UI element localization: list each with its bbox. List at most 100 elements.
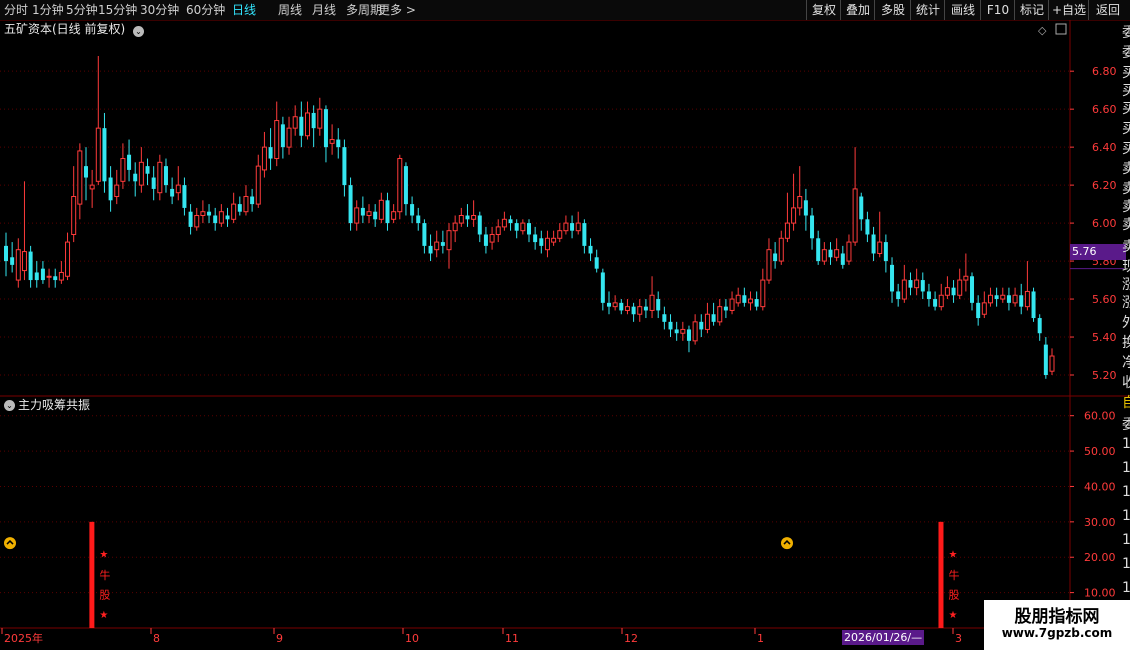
- quote-panel-glyph: 外: [1122, 315, 1130, 331]
- quote-panel-glyph: 买: [1122, 121, 1130, 137]
- candle-body: [760, 279, 766, 308]
- candle-body: [10, 257, 15, 265]
- candle-body: [582, 223, 587, 246]
- candle-body: [896, 291, 901, 300]
- candle-body: [1049, 355, 1055, 372]
- candle-body: [1024, 290, 1030, 308]
- period-tab-10[interactable]: 更多 >: [378, 0, 416, 20]
- toolbar-button-6[interactable]: 标记: [1014, 0, 1049, 20]
- candle-body: [188, 211, 193, 227]
- candle-body: [926, 291, 931, 300]
- signal-marker-icon: [4, 537, 16, 550]
- candle-body: [1000, 294, 1006, 300]
- price-tick-label: 5.40: [1092, 331, 1117, 344]
- toolbar-button-3[interactable]: 统计: [910, 0, 945, 20]
- candle-body: [243, 196, 249, 213]
- candle-body: [557, 230, 563, 239]
- candle-body: [102, 128, 107, 182]
- period-tab-9[interactable]: 多周期: [346, 0, 382, 20]
- candle-body: [299, 116, 304, 136]
- kline-chart[interactable]: 6.806.606.406.206.005.805.605.405.20◇60.…: [0, 20, 1130, 650]
- toolbar-button-5[interactable]: F10: [980, 0, 1015, 20]
- candle-body: [336, 139, 341, 148]
- price-tick-label: 6.80: [1092, 65, 1117, 78]
- candle-body: [170, 188, 175, 197]
- candle-body: [643, 306, 648, 311]
- candle-body: [4, 245, 8, 262]
- period-tab-6[interactable]: 日线: [232, 0, 256, 20]
- quote-panel-glyph: 卖: [1122, 161, 1130, 177]
- candle-body: [471, 215, 477, 220]
- time-tick-label: 10: [405, 632, 419, 645]
- toolbar-button-1[interactable]: 叠加: [840, 0, 875, 20]
- candle-body: [686, 329, 691, 341]
- candle-body: [483, 234, 488, 246]
- panel-toggle-icon: [1055, 23, 1067, 35]
- period-tab-7[interactable]: 周线: [278, 0, 302, 20]
- signal-marker-icon: [781, 537, 793, 550]
- candle-body: [250, 196, 255, 205]
- time-tick-label: 11: [505, 632, 519, 645]
- quote-panel-glyph: 1: [1122, 580, 1130, 596]
- candle-body: [416, 215, 421, 224]
- candle-body: [261, 146, 267, 171]
- candle-body: [477, 215, 482, 235]
- quote-panel-glyph: 换: [1122, 335, 1130, 351]
- candle-body: [890, 264, 895, 292]
- candle-body: [255, 165, 261, 205]
- candle-body: [754, 299, 759, 307]
- candle-body: [797, 196, 803, 209]
- signal-label: 股: [948, 588, 959, 601]
- candle-body: [274, 120, 280, 160]
- quote-panel-glyph: 1: [1122, 508, 1130, 524]
- candle-body: [58, 271, 64, 281]
- candle-body: [840, 253, 845, 265]
- period-tab-3[interactable]: 15分钟: [98, 0, 137, 20]
- candle-body: [742, 295, 747, 303]
- toolbar-button-2[interactable]: 多股: [874, 0, 911, 20]
- toolbar-button-7[interactable]: +自选: [1048, 0, 1089, 20]
- signal-label: 股: [99, 588, 110, 601]
- candle-body: [157, 161, 163, 194]
- period-tab-5[interactable]: 60分钟: [186, 0, 225, 20]
- crosshair-date-tag: 2026/01/26/—: [842, 630, 924, 645]
- candle-body: [446, 230, 452, 251]
- candle-body: [508, 219, 513, 224]
- candle-body: [520, 222, 526, 232]
- candle-body: [662, 314, 667, 322]
- candle-body: [735, 294, 741, 304]
- indicator-tick-label: 30.00: [1084, 516, 1116, 529]
- period-tab-1[interactable]: 1分钟: [32, 0, 64, 20]
- candle-body: [680, 328, 686, 334]
- candle-body: [883, 242, 888, 262]
- star-icon: ★: [948, 550, 957, 561]
- candle-body: [594, 257, 599, 269]
- quote-panel-glyph: 买: [1122, 141, 1130, 157]
- toolbar-button-8[interactable]: 返回: [1088, 0, 1127, 20]
- candle-body: [83, 166, 88, 178]
- candle-body: [544, 237, 550, 251]
- candle-body: [145, 166, 150, 174]
- toolbar-button-4[interactable]: 画线: [944, 0, 981, 20]
- time-tick-label: 8: [153, 632, 160, 645]
- period-tab-2[interactable]: 5分钟: [66, 0, 98, 20]
- quote-panel-glyph: 1: [1122, 556, 1130, 572]
- candle-body: [133, 173, 138, 182]
- toolbar-button-0[interactable]: 复权: [806, 0, 841, 20]
- time-tick-label: 3: [955, 632, 962, 645]
- time-tick-label: 1: [757, 632, 764, 645]
- candle-body: [994, 295, 999, 300]
- candle-body: [803, 200, 808, 216]
- candle-body: [280, 124, 285, 148]
- last-price-tag: 5.76: [1070, 244, 1126, 260]
- candle-body: [631, 306, 636, 315]
- period-toolbar: 分时 1分钟 5分钟 15分钟 30分钟 60分钟 日线 周线 月线 多周期 更多 > 复权 叠加 多股统…: [0, 0, 1130, 21]
- period-tab-8[interactable]: 月线: [312, 0, 336, 20]
- indicator-tick-label: 40.00: [1084, 480, 1116, 493]
- candle-body: [114, 184, 120, 198]
- price-tick-label: 6.00: [1092, 217, 1117, 230]
- period-tab-4[interactable]: 30分钟: [140, 0, 179, 20]
- period-tab-0[interactable]: 分时: [4, 0, 28, 20]
- candle-body: [711, 314, 716, 322]
- candle-body: [440, 242, 445, 246]
